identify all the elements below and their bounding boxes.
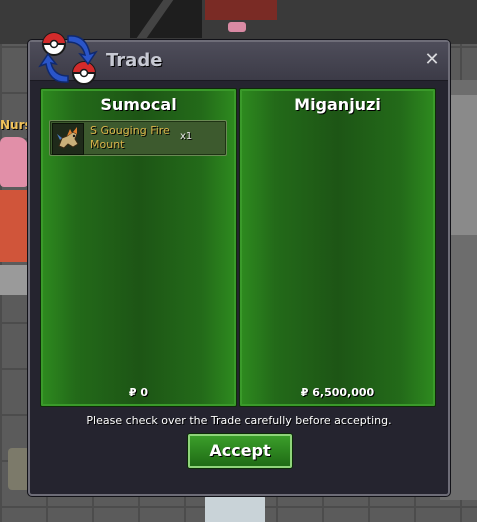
title-bar[interactable]: Trade ✕ — [30, 32, 448, 85]
trade-icon — [38, 32, 98, 85]
mount-icon — [52, 123, 84, 155]
trade-window: Trade ✕ Sumocal S Gouging Fire Mount x1 … — [28, 32, 450, 496]
money-amount: ₽ 0 — [128, 386, 149, 399]
accept-button[interactable]: Accept — [188, 434, 292, 468]
partner-name: Miganjuzi — [294, 95, 381, 114]
partner-money-amount: ₽ 6,500,000 — [300, 386, 375, 399]
counter-red — [0, 190, 30, 262]
player-sprite — [8, 448, 30, 490]
window-title: Trade — [106, 50, 163, 71]
item-quantity: x1 — [180, 131, 193, 142]
nurse-npc-sprite[interactable] — [0, 137, 28, 187]
trade-notice: Please check over the Trade carefully be… — [86, 414, 392, 427]
player-name: Sumocal — [100, 95, 177, 114]
partner-offer-panel: Miganjuzi ₽ 6,500,000 — [239, 88, 436, 407]
trade-item-slot[interactable]: S Gouging Fire Mount x1 — [49, 120, 227, 156]
red-structure — [205, 0, 277, 20]
close-icon[interactable]: ✕ — [422, 50, 442, 70]
item-name: S Gouging Fire Mount — [90, 124, 170, 151]
player-sprite-bottom — [205, 494, 265, 522]
my-offer-panel[interactable]: Sumocal S Gouging Fire Mount x1 ₽ 0 — [40, 88, 237, 407]
counter-shelf — [0, 265, 30, 295]
pink-sprite — [228, 22, 246, 32]
